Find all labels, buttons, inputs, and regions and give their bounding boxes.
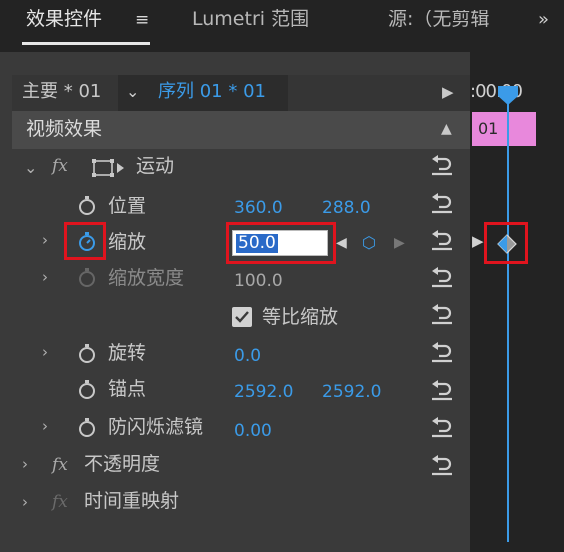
uniform-scale-label: 等比缩放 [262,306,339,328]
tab-source[interactable]: 源:（无剪辑 [388,10,494,29]
highlight-keyframe [484,222,528,264]
reset-icon[interactable] [430,455,454,477]
tab-effect-controls[interactable]: 效果控件 [26,10,102,29]
time-remap-effect-name: 时间重映射 [84,490,180,512]
playhead-line[interactable] [507,90,509,542]
reset-icon[interactable] [430,380,454,402]
reset-icon[interactable] [430,230,454,252]
scale-width-value[interactable]: 100.0 [234,273,283,290]
play-icon[interactable]: ▶ [442,85,454,100]
flicker-filter-label: 防闪烁滤镜 [108,416,204,438]
chevron-right-icon[interactable]: › [22,457,28,472]
scale-label: 缩放 [108,231,147,253]
transform-icon[interactable] [92,157,126,179]
prev-keyframe-icon[interactable]: ▶ [472,234,484,249]
stopwatch-icon[interactable] [78,418,96,438]
chevron-down-icon[interactable]: ⌄ [24,160,37,176]
master-clip-label[interactable]: 主要 * 01 [22,83,101,101]
video-effects-label: 视频效果 [26,118,103,140]
anchor-y-value[interactable]: 2592.0 [322,384,381,401]
flicker-filter-value[interactable]: 0.00 [234,423,272,440]
chevron-right-icon[interactable]: › [42,233,48,248]
motion-effect-name: 运动 [136,155,175,177]
check-icon [235,311,249,323]
highlight-stopwatch [64,222,106,260]
fx-toggle[interactable]: fx [52,158,68,175]
highlight-scale-input [226,222,336,264]
next-keyframe-icon[interactable]: ▶ [394,236,405,250]
add-keyframe-icon[interactable]: ⬡ [362,235,376,251]
chevron-right-icon[interactable]: › [22,495,28,510]
reset-icon[interactable] [430,417,454,439]
stopwatch-icon[interactable] [78,344,96,364]
reset-icon[interactable] [430,267,454,289]
anchor-label: 锚点 [108,378,147,400]
chevron-right-icon[interactable]: › [42,345,48,360]
reset-icon[interactable] [430,304,454,326]
active-tab-underline [22,42,150,45]
fx-toggle[interactable]: fx [52,457,68,474]
chevron-right-icon[interactable]: › [42,419,48,434]
reset-icon[interactable] [430,193,454,215]
chevron-down-icon[interactable]: ⌄ [126,84,139,100]
clip-label: 01 [478,119,499,138]
rotation-value[interactable]: 0.0 [234,348,261,365]
stopwatch-icon[interactable] [78,380,96,400]
fx-toggle[interactable]: fx [52,494,68,511]
position-label: 位置 [108,195,147,217]
prev-keyframe-icon[interactable]: ◀ [336,236,347,250]
position-x-value[interactable]: 360.0 [234,200,283,217]
tab-lumetri-scopes[interactable]: Lumetri 范围 [192,10,309,29]
playhead-handle[interactable] [496,84,520,106]
uniform-scale-checkbox[interactable] [232,307,252,327]
rotation-label: 旋转 [108,342,147,364]
overflow-tabs-icon[interactable]: » [538,11,549,29]
tab-menu-icon[interactable]: ≡ [135,12,149,29]
opacity-effect-name: 不透明度 [84,453,161,475]
position-y-value[interactable]: 288.0 [322,200,371,217]
anchor-x-value[interactable]: 2592.0 [234,384,293,401]
chevron-right-icon[interactable]: › [42,270,48,285]
stopwatch-icon [79,268,95,287]
reset-icon[interactable] [430,342,454,364]
reset-icon[interactable] [430,155,454,177]
scale-width-label: 缩放宽度 [108,267,185,289]
collapse-icon[interactable]: ▲ [441,122,452,136]
sequence-label[interactable]: 序列 01 * 01 [158,83,266,101]
stopwatch-icon[interactable] [78,196,96,216]
